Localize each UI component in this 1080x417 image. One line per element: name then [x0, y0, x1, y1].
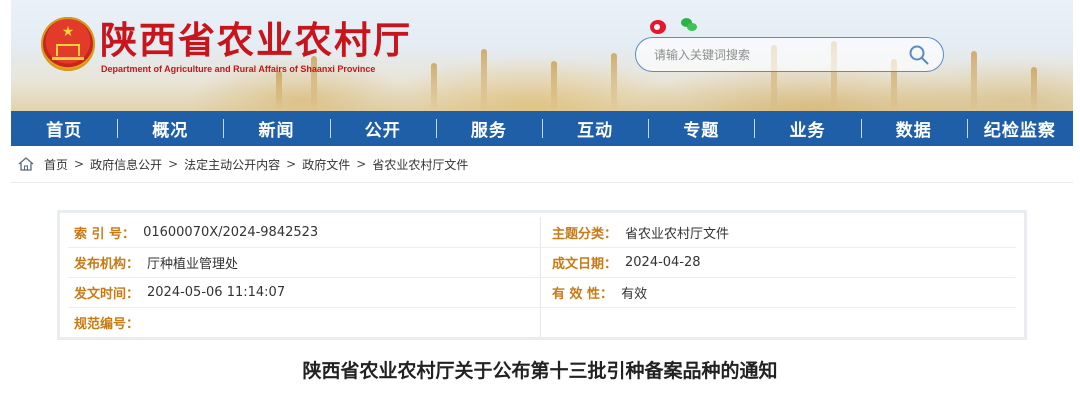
org-value: 厅种植业管理处: [147, 256, 239, 272]
breadcrumb-dept-docs[interactable]: 省农业农村厅文件: [372, 156, 468, 173]
date-value: 2024-04-28: [625, 254, 701, 270]
wheat-decoration: [1031, 67, 1037, 111]
nav-item-news[interactable]: 新闻: [223, 111, 329, 146]
meta-cell: 规范编号：: [74, 307, 147, 337]
star-icon: ★: [61, 24, 75, 40]
wheat-decoration: [971, 51, 977, 111]
validity-label: 有 效 性：: [552, 286, 614, 302]
meta-row: 索 引 号： 01600070X/2024-9842523 主题分类： 省农业农…: [60, 217, 1024, 247]
search-icon[interactable]: [908, 44, 930, 66]
nav-item-disclosure[interactable]: 公开: [329, 111, 436, 146]
breadcrumb: 首页 > 政府信息公开 > 法定主动公开内容 > 政府文件 > 省农业农村厅文件: [0, 146, 1080, 182]
nav-item-data[interactable]: 数据: [860, 111, 967, 146]
nav-item-overview[interactable]: 概况: [117, 111, 223, 146]
wechat-icon[interactable]: [681, 18, 698, 32]
nav-item-topics[interactable]: 专题: [648, 111, 754, 146]
nav-item-interaction[interactable]: 互动: [542, 111, 648, 146]
pub-time-label: 发文时间：: [74, 286, 140, 302]
site-title[interactable]: 陕西省农业农村厅: [100, 18, 412, 62]
pub-time-value: 2024-05-06 11:14:07: [147, 284, 286, 300]
nav-item-discipline[interactable]: 纪检监察: [966, 111, 1073, 146]
meta-row: 发文时间： 2024-05-06 11:14:07 有 效 性： 有效: [60, 277, 1024, 307]
home-icon[interactable]: [18, 157, 34, 171]
site-subtitle: Department of Agriculture and Rural Affa…: [101, 64, 376, 74]
breadcrumb-gov-info[interactable]: 政府信息公开: [90, 156, 162, 173]
nav-item-business[interactable]: 业务: [754, 111, 860, 146]
org-label: 发布机构：: [74, 256, 140, 272]
breadcrumb-separator: >: [74, 157, 85, 171]
meta-row: 规范编号：: [60, 307, 1024, 337]
document-meta-table: 索 引 号： 01600070X/2024-9842523 主题分类： 省农业农…: [57, 210, 1027, 340]
index-value: 01600070X/2024-9842523: [143, 224, 319, 240]
date-label: 成文日期：: [552, 256, 618, 272]
wheat-decoration: [551, 61, 557, 111]
wheat-decoration: [611, 53, 617, 111]
meta-cell: 有 效 性： 有效: [552, 277, 647, 307]
wheat-decoration: [481, 49, 487, 111]
meta-cell: 索 引 号： 01600070X/2024-9842523: [74, 217, 318, 247]
meta-cell: 成文日期： 2024-04-28: [552, 247, 701, 277]
gate-icon: [56, 44, 80, 56]
nav-item-service[interactable]: 服务: [435, 111, 542, 146]
topic-value: 省农业农村厅文件: [625, 226, 730, 242]
breadcrumb-gov-docs[interactable]: 政府文件: [302, 156, 350, 173]
emblem-base: [52, 57, 84, 60]
meta-cell: 主题分类： 省农业农村厅文件: [552, 217, 729, 247]
main-nav: 首页 概况 新闻 公开 服务 互动 专题 业务 数据 纪检监察: [11, 111, 1073, 146]
code-label: 规范编号：: [74, 316, 140, 332]
nav-item-home[interactable]: 首页: [11, 111, 117, 146]
wechat-bubble: [687, 23, 697, 31]
weibo-icon[interactable]: [650, 20, 666, 34]
search-box: [635, 37, 944, 72]
breadcrumb-home[interactable]: 首页: [44, 156, 68, 173]
breadcrumb-separator: >: [356, 157, 367, 171]
topic-label: 主题分类：: [552, 226, 618, 242]
validity-value: 有效: [621, 286, 648, 302]
breadcrumb-separator: >: [286, 157, 297, 171]
breadcrumb-statutory[interactable]: 法定主动公开内容: [184, 156, 280, 173]
national-emblem-icon[interactable]: ★: [41, 17, 95, 71]
wheat-decoration: [276, 71, 282, 111]
breadcrumb-separator: >: [168, 157, 179, 171]
wheat-decoration: [431, 63, 437, 111]
index-label: 索 引 号：: [74, 226, 136, 242]
search-input[interactable]: [654, 46, 904, 64]
meta-cell: 发布机构： 厅种植业管理处: [74, 247, 238, 277]
article-title: 陕西省农业农村厅关于公布第十三批引种备案品种的通知: [302, 360, 778, 382]
meta-cell: 发文时间： 2024-05-06 11:14:07: [74, 277, 285, 307]
meta-row: 发布机构： 厅种植业管理处 成文日期： 2024-04-28: [60, 247, 1024, 277]
